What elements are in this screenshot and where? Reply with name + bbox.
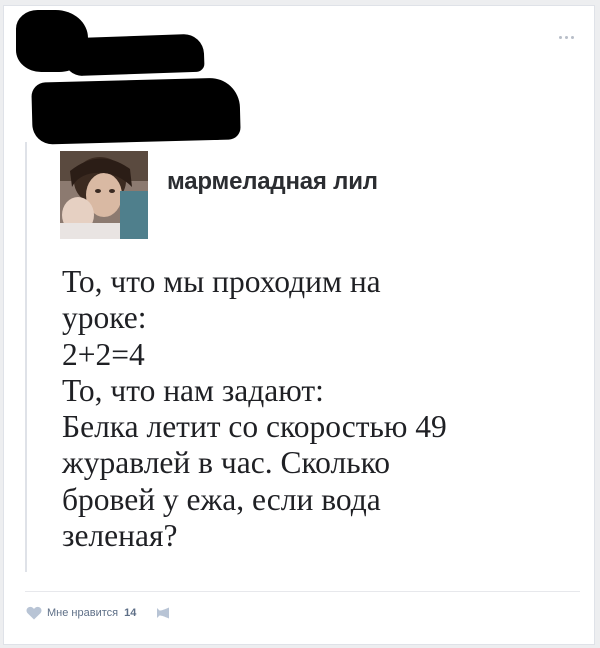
post-text: То, что мы проходим на уроке: 2+2=4 То, … [62,264,562,554]
redacted-header-text-fill [48,104,228,140]
post-text-line: То, что мы проходим на [62,264,381,299]
repost-author-name[interactable]: мармеладная лил [167,168,378,196]
post-text-line: зеленая? [62,518,178,554]
post-text-line: То, что нам задают: [62,372,324,408]
heart-icon [26,606,42,620]
post-text-line: уроке: [62,300,147,336]
redacted-name [63,33,205,77]
post-text-line: 2+2=4 [62,336,145,372]
post-text-line: бровей у ежа, если вода [62,481,381,517]
like-label: Мне нравится [47,607,119,619]
like-count: 14 [124,607,137,619]
post-card: мармеладная лил То, что мы проходим на у… [3,5,595,645]
footer-divider [25,591,580,592]
repost-author-avatar[interactable] [60,151,148,239]
post-text-line: Белка летит со скоростью 49 [62,409,447,445]
repost-indicator-line [25,142,27,572]
post-text-line: журавлей в час. Сколько [62,445,391,481]
more-dots-icon[interactable] [559,36,574,39]
avatar-photo [60,151,148,239]
share-icon[interactable] [156,607,170,619]
like-button[interactable]: Мне нравится 14 [26,606,170,620]
